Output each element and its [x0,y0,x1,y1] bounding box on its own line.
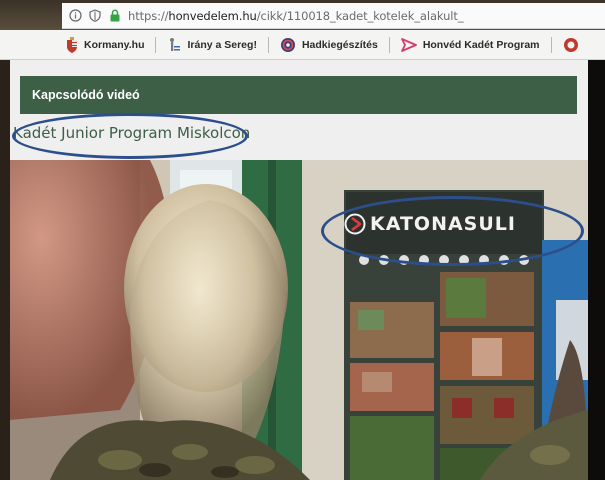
soldier-icon [170,37,181,51]
annotation-ellipse-title [12,113,248,159]
bookmark-overflow-icon[interactable] [563,37,579,53]
address-bar[interactable]: https://honvedelem.hu/cikk/110018_kadet_… [62,3,605,29]
bookmark-separator [550,36,552,53]
window-edge-right [588,60,605,480]
window-edge-left [0,60,10,480]
url-text[interactable]: https://honvedelem.hu/cikk/110018_kadet_… [128,9,464,23]
arrow-flag-icon [400,37,417,52]
bookmark-separator [388,36,390,53]
shield-icon[interactable] [88,9,102,23]
related-video-heading: Kapcsolódó videó [32,88,140,102]
globe-icon [280,37,295,52]
bookmark-irany-a-sereg[interactable]: Irány a Sereg! [167,37,257,53]
coat-of-arms-icon [67,36,77,53]
bookmark-kormany[interactable]: Kormany.hu [66,36,144,53]
info-icon[interactable] [68,9,82,23]
bookmark-separator [155,36,157,53]
bookmark-honved-kadet-program[interactable]: Honvéd Kadét Program [400,37,540,52]
bookmark-hadkiegeszites[interactable]: Hadkiegészítés [280,37,378,53]
bookmark-separator [267,36,269,53]
lock-icon[interactable] [108,9,122,23]
related-video-header: Kapcsolódó videó [20,76,577,114]
bookmarks-bar: Kormany.hu Irány a Sereg! Hadkiegészítés… [0,30,605,60]
annotation-ellipse-logo [321,196,584,266]
